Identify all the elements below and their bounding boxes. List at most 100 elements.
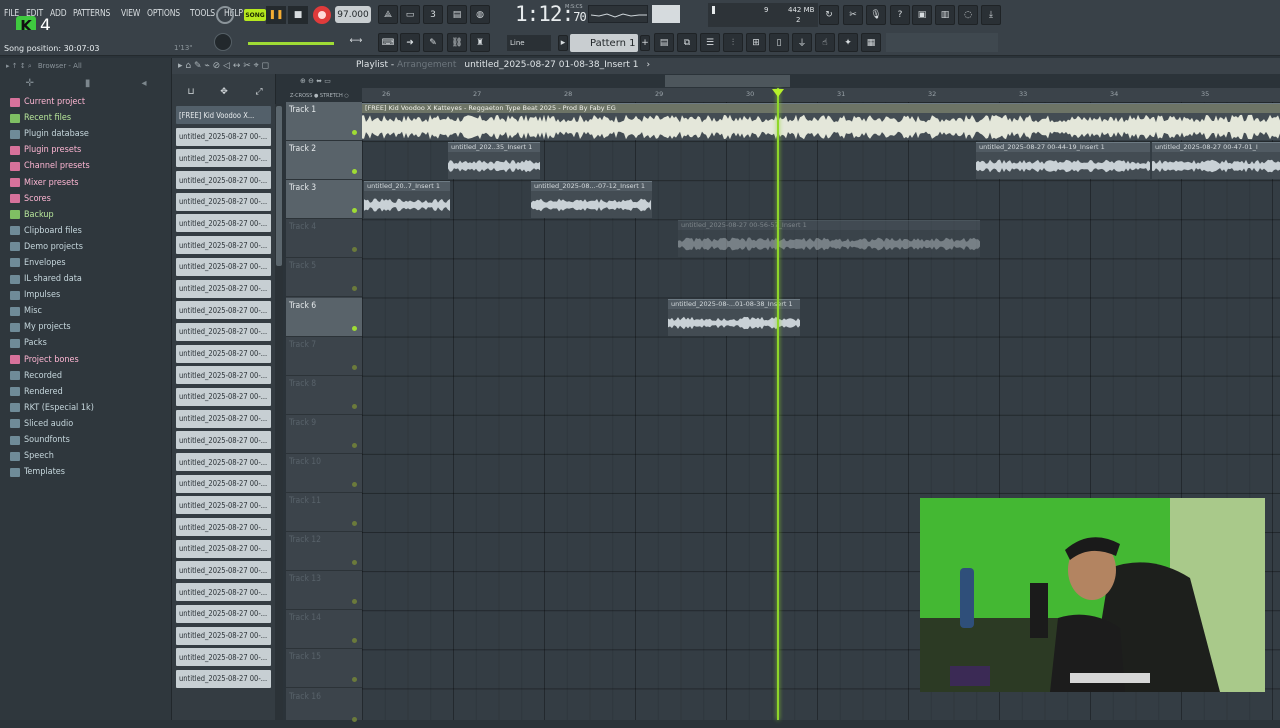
clip-picker-item[interactable]: untitled_2025-08-27 00-... bbox=[176, 474, 271, 493]
menu-tools[interactable]: TOOLS bbox=[190, 8, 215, 19]
clip-picker-item[interactable]: [FREE] Kid Voodoo X... bbox=[176, 106, 271, 124]
list-icon[interactable]: ▦ bbox=[861, 33, 881, 52]
snap-selector[interactable]: Line bbox=[507, 35, 551, 51]
clip-picker-item[interactable]: untitled_2025-08-27 00-... bbox=[176, 409, 271, 428]
audio-clip[interactable]: untitled_20..7_Insert 1 bbox=[364, 181, 450, 219]
step-edit-icon[interactable]: ▤ bbox=[447, 5, 467, 24]
browser-item[interactable]: Sliced audio bbox=[10, 416, 168, 432]
browser-files-icon[interactable]: ▮ bbox=[85, 78, 91, 89]
browser-item[interactable]: Templates bbox=[10, 464, 168, 480]
clip-picker-item[interactable]: untitled_2025-08-27 00-... bbox=[176, 669, 271, 688]
record-button[interactable] bbox=[313, 6, 331, 24]
browser-item[interactable]: Scores bbox=[10, 191, 168, 207]
stop-button[interactable]: ■ bbox=[288, 6, 308, 24]
browser-item[interactable]: Impulses bbox=[10, 287, 168, 303]
audio-clip[interactable]: untitled_2025-08-...01-08-38_Insert 1 bbox=[668, 298, 800, 336]
track-mute-led-icon[interactable] bbox=[352, 442, 357, 448]
clip-picker-item[interactable]: untitled_2025-08-27 00-... bbox=[176, 279, 271, 298]
clip-picker-item[interactable]: untitled_2025-08-27 00-... bbox=[176, 236, 271, 255]
track-header[interactable]: Track 6 bbox=[286, 297, 362, 337]
clip-picker-item[interactable]: untitled_2025-08-27 00-... bbox=[176, 583, 271, 602]
track-mute-led-icon[interactable] bbox=[352, 716, 357, 722]
track-mute-led-icon[interactable] bbox=[352, 208, 357, 214]
track-mute-led-icon[interactable] bbox=[352, 169, 357, 175]
track-mute-led-icon[interactable] bbox=[352, 677, 357, 683]
pattern-selector[interactable]: Pattern 1 bbox=[570, 34, 638, 52]
browser-item[interactable]: Envelopes bbox=[10, 255, 168, 271]
track-mute-led-icon[interactable] bbox=[352, 560, 357, 566]
clip-picker-item[interactable]: untitled_2025-08-27 00-... bbox=[176, 387, 271, 406]
browser-item[interactable]: IL shared data bbox=[10, 271, 168, 287]
menu-patterns[interactable]: PATTERNS bbox=[73, 8, 110, 19]
arrow-icon[interactable]: ➜ bbox=[400, 33, 420, 52]
browser-item[interactable]: Speech bbox=[10, 448, 168, 464]
track-header[interactable]: Track 8 bbox=[286, 376, 362, 415]
track-header[interactable]: Track 15 bbox=[286, 649, 362, 689]
chat-icon[interactable]: ◌ bbox=[958, 5, 978, 25]
clip-picker-item[interactable]: untitled_2025-08-27 00-... bbox=[176, 366, 271, 385]
browser-item[interactable]: My projects bbox=[10, 319, 168, 335]
picker-scrollbar[interactable] bbox=[275, 104, 283, 720]
track-header[interactable]: Track 13 bbox=[286, 571, 362, 611]
browser-plugins-icon[interactable]: ◂ bbox=[141, 78, 146, 89]
browser-item[interactable]: Plugin presets bbox=[10, 142, 168, 158]
help-icon[interactable]: ? bbox=[890, 5, 910, 25]
clip-picker-item[interactable]: untitled_2025-08-27 00-... bbox=[176, 301, 271, 320]
browser-item[interactable]: Plugin database bbox=[10, 126, 168, 142]
clip-picker-item[interactable]: untitled_2025-08-27 00-... bbox=[176, 257, 271, 276]
tempo-display[interactable]: 97.000 bbox=[335, 6, 371, 23]
scroll-thumb[interactable] bbox=[276, 106, 282, 266]
audio-clip[interactable]: untitled_202..35_Insert 1 bbox=[448, 142, 540, 180]
browser-item[interactable]: Backup bbox=[10, 207, 168, 223]
track-header[interactable]: Track 9 bbox=[286, 415, 362, 454]
track-mute-led-icon[interactable] bbox=[352, 599, 357, 605]
track-header[interactable]: Track 14 bbox=[286, 610, 362, 650]
track-header[interactable]: Track 5 bbox=[286, 258, 362, 298]
menu-options[interactable]: OPTIONS bbox=[147, 8, 180, 19]
track-mute-led-icon[interactable] bbox=[352, 130, 357, 135]
browser-item[interactable]: Project bones bbox=[10, 352, 168, 368]
track-header[interactable]: Track 2 bbox=[286, 141, 362, 181]
song-mode-button[interactable]: SONG bbox=[244, 9, 266, 21]
clip-picker-item[interactable]: untitled_2025-08-27 00-... bbox=[176, 431, 271, 450]
browser-arrows-icon[interactable]: ▸ ↑ ↕ ⌕ bbox=[6, 62, 32, 71]
clip-picker-item[interactable]: untitled_2025-08-27 00-... bbox=[176, 344, 271, 363]
mixer-icon[interactable]: ⫶ bbox=[723, 33, 743, 52]
browser-item[interactable]: Clipboard files bbox=[10, 223, 168, 239]
audio-clip[interactable]: [FREE] Kid Voodoo X Katteyes - Reggaeton… bbox=[362, 103, 1280, 140]
crossfade-stretch-icon[interactable]: Z-CROSS ● STRETCH ○ bbox=[290, 93, 349, 99]
clip-picker-item[interactable]: untitled_2025-08-27 00-... bbox=[176, 561, 271, 580]
clip-picker-item[interactable]: untitled_2025-08-27 00-... bbox=[176, 149, 271, 168]
browser-item[interactable]: Channel presets bbox=[10, 158, 168, 174]
browser-all-icon[interactable]: ✛ bbox=[26, 78, 34, 89]
playlist-snap-icons[interactable]: ⊕ ⊖ ⬌ ▭ bbox=[300, 76, 355, 86]
playlist-tools-icon[interactable]: ▸ ⌂ ✎ ⌁ ⊘ ◁ ↔ ✂ ⌖ ◻ bbox=[178, 59, 318, 73]
link-icon[interactable]: ⛓ bbox=[447, 33, 467, 52]
browser-item[interactable]: Mixer presets bbox=[10, 174, 168, 190]
render-icon[interactable]: ▥ bbox=[935, 5, 955, 25]
picker-link-icon[interactable]: ⤢ bbox=[252, 86, 266, 98]
channel-rack-icon[interactable]: ☰ bbox=[700, 33, 720, 52]
stamp-icon[interactable]: ♜ bbox=[470, 33, 490, 52]
audio-clip[interactable]: untitled_2025-08...-07-12_Insert 1 bbox=[531, 181, 652, 219]
track-mute-led-icon[interactable] bbox=[352, 364, 357, 370]
clip-picker-item[interactable]: untitled_2025-08-27 00-... bbox=[176, 214, 271, 233]
picker-view-icon[interactable]: ⊔ bbox=[184, 86, 198, 98]
browser-item[interactable]: Recorded bbox=[10, 368, 168, 384]
save-icon[interactable]: ▣ bbox=[912, 5, 932, 25]
clip-picker-item[interactable]: untitled_2025-08-27 00-... bbox=[176, 192, 271, 211]
metronome-icon[interactable]: ⟁ bbox=[378, 5, 398, 24]
countdown-icon[interactable]: 3 bbox=[423, 5, 443, 24]
track-mute-led-icon[interactable] bbox=[352, 286, 357, 292]
track-mute-led-icon[interactable] bbox=[352, 247, 357, 253]
clip-picker-item[interactable]: untitled_2025-08-27 00-... bbox=[176, 604, 271, 623]
fx-icon[interactable]: ✦ bbox=[838, 33, 858, 52]
browser-item[interactable]: Rendered bbox=[10, 384, 168, 400]
clip-picker-item[interactable]: untitled_2025-08-27 00-... bbox=[176, 648, 271, 667]
mic-icon[interactable]: 🎙 bbox=[866, 5, 886, 25]
resize-arrows-icon[interactable]: ⟷ bbox=[346, 34, 366, 48]
clip-picker-item[interactable]: untitled_2025-08-27 00-... bbox=[176, 496, 271, 515]
track-header[interactable]: Track 16 bbox=[286, 689, 362, 728]
piano-roll-icon[interactable]: ⧉ bbox=[677, 33, 697, 52]
timeline-ruler[interactable]: 26 27 28 29 30 31 32 33 34 35 bbox=[362, 88, 1280, 102]
